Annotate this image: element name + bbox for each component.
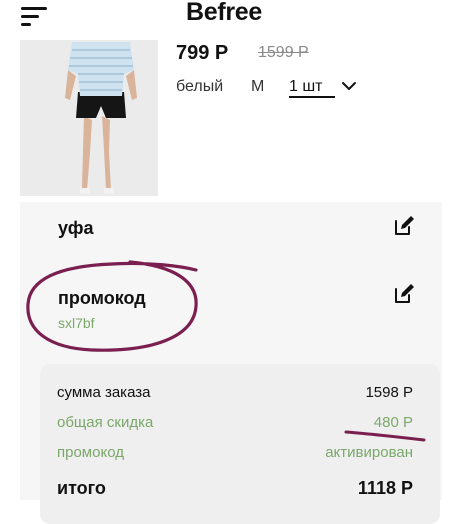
product-color: белый xyxy=(176,78,224,95)
summary-row-discount: общая скидка 480 Р xyxy=(57,414,413,434)
chevron-down-icon[interactable] xyxy=(340,77,358,95)
edit-city-icon[interactable] xyxy=(392,214,416,238)
summary-row-total: итого 1118 Р xyxy=(57,478,413,502)
order-sum-label: сумма заказа xyxy=(57,384,151,401)
promo-label: промокод xyxy=(58,288,146,308)
summary-row-promo: промокод активирован xyxy=(57,444,413,464)
product-image[interactable] xyxy=(20,40,158,196)
summary-row-order-sum: сумма заказа 1598 Р xyxy=(57,384,413,404)
order-summary: сумма заказа 1598 Р общая скидка 480 Р п… xyxy=(40,364,440,524)
promo-status-label: промокод xyxy=(57,444,124,461)
promo-code-value: sxl7bf xyxy=(58,315,95,331)
total-value: 1118 Р xyxy=(357,478,413,498)
product-old-price: 1599 Р xyxy=(258,44,309,61)
cart-panel: 799 Р 1599 Р белый M 1 шт уфа промокод s… xyxy=(20,40,442,524)
quantity-selector[interactable]: 1 шт xyxy=(289,78,335,98)
app-header: Befree xyxy=(0,0,462,36)
discount-value: 480 Р xyxy=(373,414,413,431)
order-sum-value: 1598 Р xyxy=(365,384,413,401)
total-label: итого xyxy=(57,478,106,498)
product-size: M xyxy=(251,78,265,95)
promo-status-value: активирован xyxy=(325,444,413,461)
city-label: уфа xyxy=(58,218,94,238)
promo-row: промокод sxl7bf xyxy=(20,276,442,346)
product-price: 799 Р xyxy=(176,42,229,64)
hamburger-menu-icon[interactable] xyxy=(21,5,47,27)
cart-product: 799 Р 1599 Р белый M 1 шт xyxy=(20,40,442,202)
edit-promo-icon[interactable] xyxy=(392,282,416,306)
discount-label: общая скидка xyxy=(57,414,154,431)
city-row: уфа xyxy=(20,208,442,268)
brand-logo: Befree xyxy=(186,0,263,26)
